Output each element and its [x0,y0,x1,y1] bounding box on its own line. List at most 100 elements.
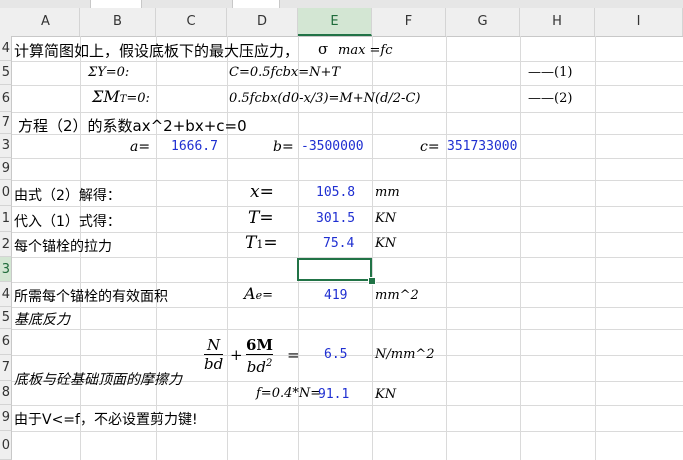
value-T[interactable]: 301.5 [316,211,355,226]
grid-line [12,61,683,62]
value-b[interactable]: -3500000 [301,139,364,154]
label-f: f=0.4*N= [256,386,322,401]
row-header[interactable]: 3 [0,257,12,282]
Ae-eq: = [262,288,273,303]
grid-line [12,112,683,113]
fraction-6M-over-bd2: 6M bd2 [246,336,274,376]
column-header-b[interactable]: B [80,8,156,36]
row-header[interactable]: 3 [0,134,12,158]
plus-sign: + [230,346,243,364]
label-T: T= [248,208,274,228]
value-a[interactable]: 1666.7 [171,139,218,154]
grid-line [12,405,683,406]
unit-f: KN [375,387,397,402]
value-c[interactable]: 351733000 [447,139,517,154]
value-T1[interactable]: 75.4 [323,236,354,251]
grid-line [520,36,521,460]
row-header[interactable]: 2 [0,232,12,257]
row-header[interactable]: 9 [0,405,12,431]
grid-line [227,36,228,460]
row-header[interactable]: 1 [0,206,12,232]
equals-sign: = [287,346,300,364]
label-c: c= [420,139,440,155]
column-header-d[interactable]: D [227,8,298,36]
unit-T: KN [375,211,397,226]
cell-a-anchor-tension[interactable]: 每个锚栓的拉力 [14,236,112,256]
Ae-symbol: A [244,284,256,303]
column-header-c[interactable]: C [156,8,227,36]
sumM-symbol: ΣM [92,87,120,106]
T1-eq: = [263,233,278,253]
cell-a-conclusion[interactable]: 由于V<=f，不必设置剪力键! [14,409,198,429]
equation-label-2[interactable]: ——(2) [528,91,572,106]
row-header[interactable]: 4 [0,36,12,61]
row-header[interactable]: 5 [0,61,12,85]
row-header[interactable]: 6 [0,85,12,112]
label-a: a= [130,139,151,155]
cell-b-sumM[interactable]: ΣMT=0: [92,87,150,106]
grid-line [595,36,596,460]
unit-stress: N/mm^2 [375,347,435,362]
grid-line [12,180,683,181]
unit-Ae: mm^2 [375,288,419,303]
cell-a-effective-area[interactable]: 所需每个锚栓的有效面积 [14,286,168,306]
equation-label-1[interactable]: ——(1) [528,65,572,80]
denominator-power: 2 [265,358,273,369]
cell-a-substitute[interactable]: 代入（1）式得： [14,211,121,231]
cell-a-solve[interactable]: 由式（2）解得： [14,185,121,205]
grid-line [12,355,683,356]
value-stress[interactable]: 6.5 [324,347,347,362]
row-header[interactable]: 7 [0,112,12,134]
grid-line [12,158,683,159]
cell-a-friction[interactable]: 底板与砼基础顶面的摩擦力 [14,369,182,389]
cell-a-base-reaction[interactable]: 基底反力 [14,309,70,329]
label-b: b= [273,139,294,155]
cell-a-text[interactable]: 计算简图如上，假设底板下的最大压应力， [14,40,299,61]
row-header[interactable]: 6 [0,329,12,355]
label-T1: T1= [245,233,278,253]
grid-line [12,232,683,233]
unit-T1: KN [375,236,397,251]
sigma-expression: max =fc [338,43,393,58]
grid-line [156,36,157,460]
grid-line [446,36,447,460]
fraction-numerator: 6M [246,336,274,354]
grid-line [12,431,683,432]
column-header-h[interactable]: H [520,8,595,36]
fraction-denominator: bd [204,355,224,373]
row-header[interactable]: 9 [0,158,12,180]
sigma-symbol: σ [318,40,329,58]
unit-x: mm [375,185,400,200]
row-header[interactable]: 7 [0,355,12,381]
row-header[interactable]: 0 [0,180,12,206]
selected-cell-e13[interactable] [297,258,372,281]
column-header-bar: A B C D E F G H I [0,8,683,37]
fill-handle[interactable] [368,277,376,285]
sheet-tab[interactable] [232,0,280,8]
label-x: x= [250,182,274,202]
column-header-i[interactable]: I [595,8,683,36]
fraction-numerator: N [207,336,221,354]
denominator-base: bd [246,358,266,376]
column-header-f[interactable]: F [372,8,446,36]
sheet-tab-strip [0,0,683,8]
column-header-g[interactable]: G [446,8,520,36]
column-header-a[interactable]: A [12,8,80,36]
fraction-denominator: bd2 [247,355,273,376]
row-header[interactable]: 4 [0,282,12,307]
row-header[interactable]: 0 [0,431,12,460]
value-x[interactable]: 105.8 [316,185,355,200]
cell-b-sumY[interactable]: ΣY=0: [88,65,129,80]
column-header-e[interactable]: E [298,8,372,36]
sheet-tab[interactable] [90,0,142,8]
sumM-rest: =0: [126,91,150,106]
cell-a-coefficients[interactable]: 方程（2）的系数ax^2+bx+c=0 [18,115,247,136]
row-header[interactable]: 5 [0,307,12,329]
grid-line [12,85,683,86]
grid-line [12,206,683,207]
cell-d-eqC[interactable]: C=0.5fcbx=N+T [229,65,340,80]
value-Ae[interactable]: 419 [324,288,347,303]
value-f[interactable]: 91.1 [318,387,349,402]
row-header[interactable]: 8 [0,381,12,405]
cell-d-eqM[interactable]: 0.5fcbx(d0-x/3)=M+N(d/2-C) [229,91,420,106]
